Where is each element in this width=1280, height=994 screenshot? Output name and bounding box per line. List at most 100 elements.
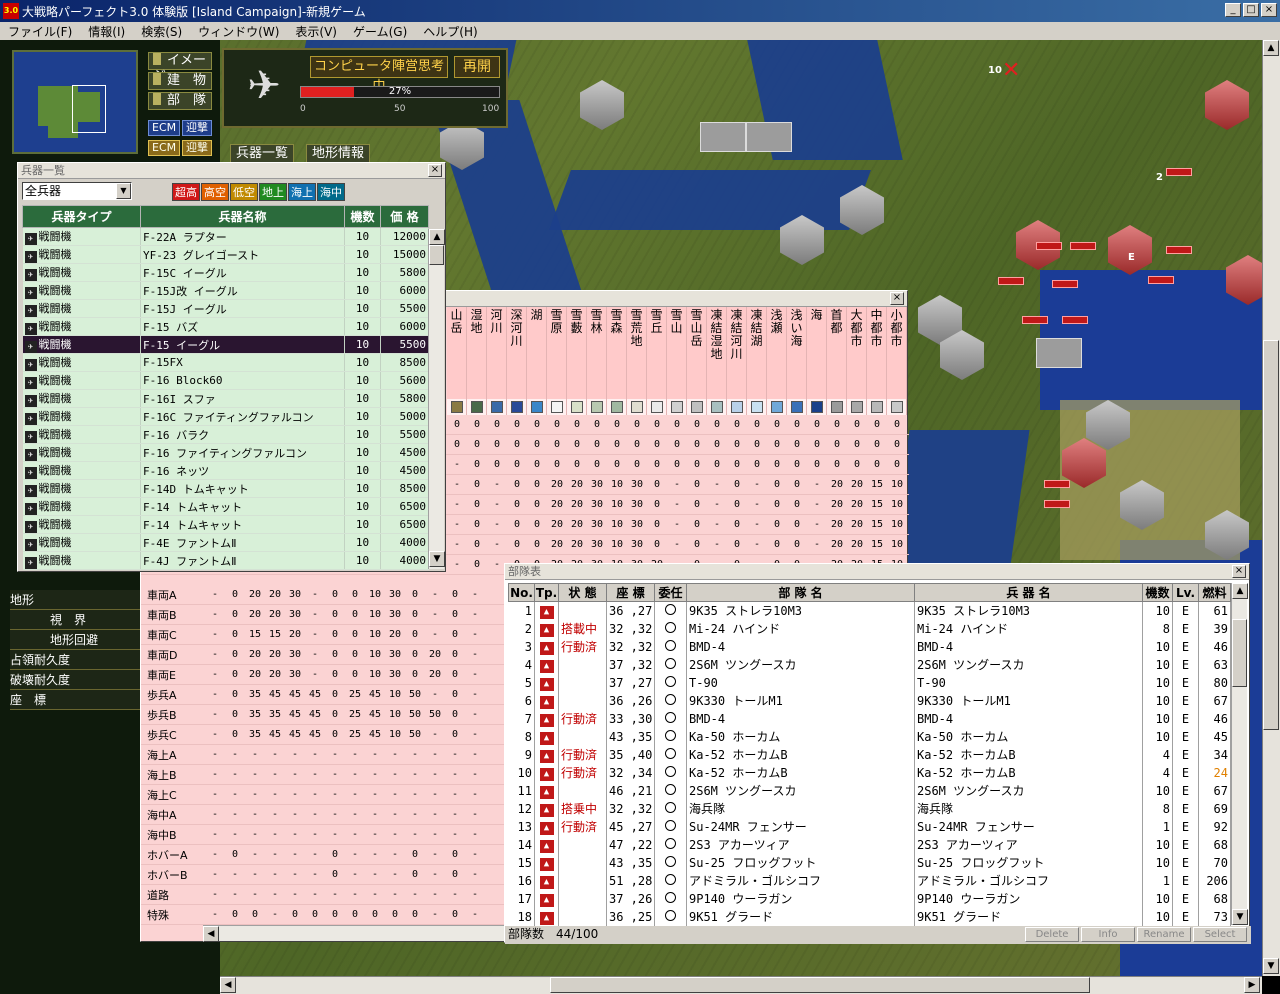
scroll-right-button[interactable]: ▶ xyxy=(1244,977,1260,993)
terrain-column-header[interactable]: 山岳 xyxy=(447,307,467,399)
col-no[interactable]: No. xyxy=(508,583,535,602)
menu-file[interactable]: ファイル(F) xyxy=(0,23,80,40)
terrain-column-header[interactable]: 雪荒地 xyxy=(627,307,647,399)
delegate-circle-icon[interactable] xyxy=(665,801,676,813)
cell-delegate[interactable] xyxy=(654,637,687,656)
close-icon[interactable]: × xyxy=(428,164,442,177)
city-hex[interactable] xyxy=(580,80,624,130)
tank-unit-icon[interactable] xyxy=(998,277,1024,285)
terrain-column-header[interactable]: 凍結河川 xyxy=(727,307,747,399)
delegate-circle-icon[interactable] xyxy=(665,837,676,849)
cell-delegate[interactable] xyxy=(654,673,687,692)
table-row[interactable]: ✈ 戦闘機 F-15J イーグル 10 5500 xyxy=(22,299,429,318)
fighter-unit-icon[interactable]: ✕ xyxy=(1002,58,1020,83)
menu-game[interactable]: ゲーム(G) xyxy=(345,23,415,40)
cell-delegate[interactable] xyxy=(654,799,687,818)
delegate-circle-icon[interactable] xyxy=(665,765,676,777)
minimap-view-frame[interactable] xyxy=(72,85,106,133)
terrain-column-header[interactable]: 雪丘 xyxy=(647,307,667,399)
table-row[interactable]: 5 ▲ 37 ,27 T-90 T-90 10 E 80 xyxy=(508,673,1231,692)
minimap[interactable] xyxy=(12,50,138,154)
tank-unit-icon[interactable] xyxy=(1044,480,1070,488)
terrain-column-header[interactable]: 浅い海 xyxy=(787,307,807,399)
menu-help[interactable]: ヘルプ(H) xyxy=(415,23,485,40)
unit-button[interactable]: 部 隊 xyxy=(148,92,212,110)
col-count[interactable]: 機数 xyxy=(344,205,381,228)
terrain-column-header[interactable]: 雪山 xyxy=(667,307,687,399)
delegate-circle-icon[interactable] xyxy=(665,855,676,867)
terrain-column-header[interactable]: 首都 xyxy=(827,307,847,399)
cell-delegate[interactable] xyxy=(654,763,687,782)
col-weapon-name[interactable]: 兵 器 名 xyxy=(914,583,1143,602)
map-vertical-scrollbar[interactable]: ▲ ▼ xyxy=(1262,40,1280,976)
col-coordinates[interactable]: 座 標 xyxy=(606,583,655,602)
scroll-up-button[interactable]: ▲ xyxy=(429,229,445,245)
cell-delegate[interactable] xyxy=(654,907,687,926)
tank-unit-icon[interactable] xyxy=(1052,280,1078,288)
enemy-city-hex[interactable] xyxy=(1205,80,1249,130)
cell-delegate[interactable] xyxy=(654,817,687,836)
close-icon[interactable]: × xyxy=(1232,565,1246,578)
table-row[interactable]: ✈ 戦闘機 F-22A ラプター 10 12000 xyxy=(22,227,429,246)
table-row[interactable]: 16 ▲ 51 ,28 アドミラル・ゴルシコフ アドミラル・ゴルシコフ 1 E 206 xyxy=(508,871,1231,890)
table-row[interactable]: ✈ 戦闘機 F-14D トムキャット 10 8500 xyxy=(22,479,429,498)
select-button[interactable]: Select xyxy=(1193,927,1247,942)
terrain-column-header[interactable]: 河川 xyxy=(487,307,507,399)
terrain-column-header[interactable]: 雪林 xyxy=(587,307,607,399)
delegate-circle-icon[interactable] xyxy=(665,873,676,885)
filter-tag[interactable]: 高空 xyxy=(201,183,229,201)
table-row[interactable]: ✈ 戦闘機 F-14 トムキャット 10 6500 xyxy=(22,497,429,516)
delegate-circle-icon[interactable] xyxy=(665,621,676,633)
terrain-column-header[interactable]: 雪藪 xyxy=(567,307,587,399)
scroll-left-button[interactable]: ◀ xyxy=(220,977,236,993)
terrain-column-header[interactable]: 深河川 xyxy=(507,307,527,399)
col-fuel[interactable]: 燃料 xyxy=(1198,583,1231,602)
tank-unit-icon[interactable] xyxy=(1166,168,1192,176)
tank-unit-icon[interactable] xyxy=(1148,276,1174,284)
terrain-column-header[interactable]: 大都市 xyxy=(847,307,867,399)
terrain-column-header[interactable]: 小都市 xyxy=(887,307,907,399)
table-row[interactable]: ✈ 戦闘機 F-15 イーグル 10 5500 xyxy=(22,335,429,354)
cell-delegate[interactable] xyxy=(654,745,687,764)
table-row[interactable]: 9 ▲ 行動済 35 ,40 Ka-52 ホーカムB Ka-52 ホーカムB 4 E 34 xyxy=(508,745,1231,764)
filter-tag[interactable]: 海中 xyxy=(317,183,345,201)
table-row[interactable]: ✈ 戦闘機 F-14 トムキャット 10 6500 xyxy=(22,515,429,534)
menu-view[interactable]: 表示(V) xyxy=(287,23,345,40)
chevron-down-icon[interactable]: ▼ xyxy=(116,183,131,199)
table-row[interactable]: 7 ▲ 行動済 33 ,30 BMD-4 BMD-4 10 E 46 xyxy=(508,709,1231,728)
scroll-down-button[interactable]: ▼ xyxy=(1263,958,1279,974)
delegate-circle-icon[interactable] xyxy=(665,675,676,687)
scroll-up-button[interactable]: ▲ xyxy=(1232,583,1248,599)
table-row[interactable]: ✈ 戦闘機 F-16 ファイティングファルコン 10 4500 xyxy=(22,443,429,462)
delegate-circle-icon[interactable] xyxy=(665,639,676,651)
cell-delegate[interactable] xyxy=(654,691,687,710)
table-row[interactable]: 6 ▲ 36 ,26 9K330 トールM1 9K330 トールM1 10 E 67 xyxy=(508,691,1231,710)
terrain-column-header[interactable]: 凍結湿地 xyxy=(707,307,727,399)
tank-unit-icon[interactable] xyxy=(1022,316,1048,324)
table-row[interactable]: 15 ▲ 43 ,35 Su-25 フロッグフット Su-25 フロッグフット 10 E 70 xyxy=(508,853,1231,872)
tank-unit-icon[interactable] xyxy=(1070,242,1096,250)
col-state[interactable]: 状 態 xyxy=(558,583,607,602)
delegate-circle-icon[interactable] xyxy=(665,693,676,705)
weapon-list-scrollbar[interactable]: ▲ ▼ xyxy=(428,229,445,569)
scroll-left-button[interactable]: ◀ xyxy=(203,926,219,942)
col-count[interactable]: 機数 xyxy=(1142,583,1173,602)
terrain-column-header[interactable]: 雪山岳 xyxy=(687,307,707,399)
tank-unit-icon[interactable] xyxy=(1166,246,1192,254)
building-button[interactable]: 建 物 xyxy=(148,72,212,90)
intercept-toggle[interactable]: 迎撃 xyxy=(182,140,212,156)
terrain-column-header[interactable]: 湖 xyxy=(527,307,547,399)
cell-delegate[interactable] xyxy=(654,727,687,746)
scroll-down-button[interactable]: ▼ xyxy=(429,551,445,567)
cell-delegate[interactable] xyxy=(654,853,687,872)
minimize-button[interactable]: _ xyxy=(1225,3,1241,17)
cell-delegate[interactable] xyxy=(654,781,687,800)
col-unit-name[interactable]: 部 隊 名 xyxy=(686,583,915,602)
table-row[interactable]: ✈ 戦闘機 F-15C イーグル 10 5800 xyxy=(22,263,429,282)
table-row[interactable]: ✈ 戦闘機 F-16 バラク 10 5500 xyxy=(22,425,429,444)
terrain-column-header[interactable]: 雪森 xyxy=(607,307,627,399)
table-row[interactable]: 3 ▲ 行動済 32 ,32 BMD-4 BMD-4 10 E 46 xyxy=(508,637,1231,656)
menu-info[interactable]: 情報(I) xyxy=(80,23,133,40)
delegate-circle-icon[interactable] xyxy=(665,729,676,741)
table-row[interactable]: ✈ 戦闘機 F-16 Block60 10 5600 xyxy=(22,371,429,390)
